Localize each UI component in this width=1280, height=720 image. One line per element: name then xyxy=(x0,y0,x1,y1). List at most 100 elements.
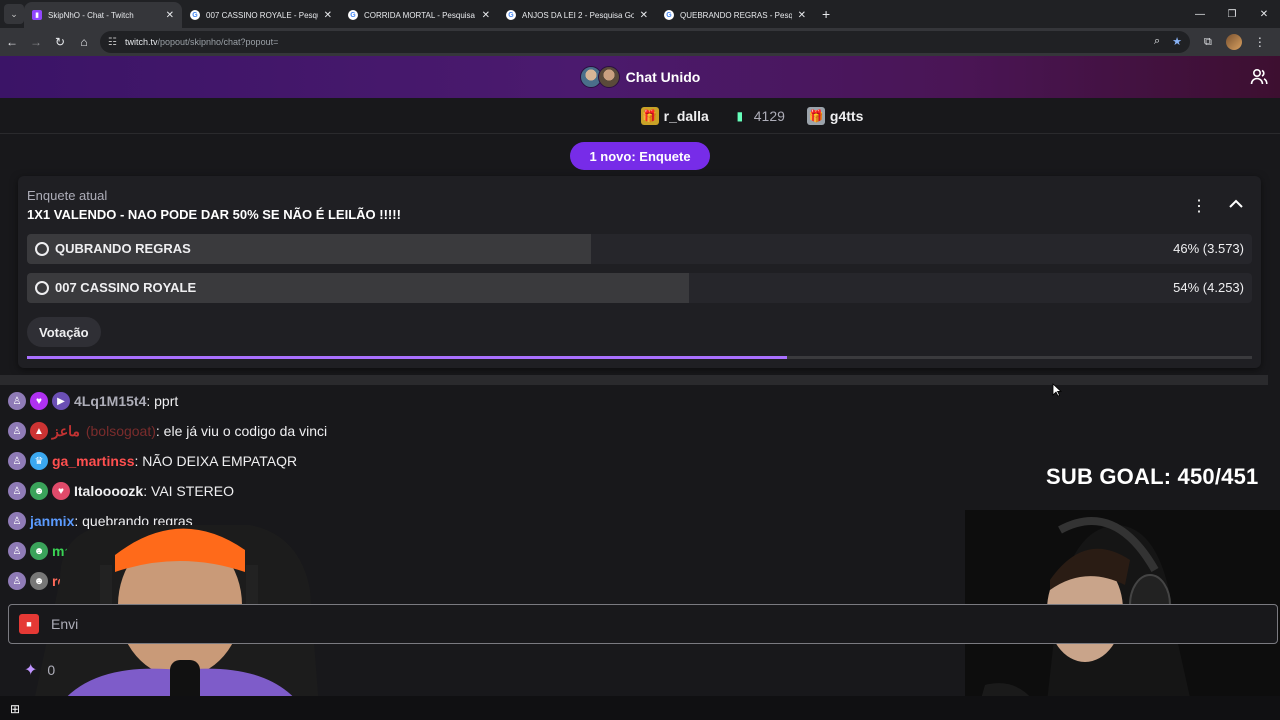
option-label: QUBRANDO REGRAS xyxy=(55,241,191,256)
chat-username[interactable]: 4Lq1M15t4 xyxy=(74,393,146,409)
option-result: 46% (3.573) xyxy=(1173,241,1244,256)
chat-message: ♙ ♛ ga_martinss: NÃO DEIXA EMPATAQR xyxy=(8,446,1008,476)
chevron-up-icon[interactable] xyxy=(1229,196,1243,212)
green-badge-icon[interactable]: ☻ xyxy=(30,482,48,500)
bits-count: 4129 xyxy=(753,107,785,124)
prime-badge-icon[interactable]: ♙ xyxy=(8,392,26,410)
more-options-icon[interactable]: ⋮ xyxy=(1191,196,1207,216)
points-value: 0 xyxy=(47,662,56,678)
channel-points[interactable]: ✦ 0 xyxy=(24,660,55,680)
tab-title: 007 CASSINO ROYALE - Pesquisa xyxy=(206,10,318,20)
google-icon: G xyxy=(190,10,200,20)
poll-option[interactable]: 007 CASSINO ROYALE 54% (4.253) xyxy=(27,273,1252,303)
chat-username[interactable]: ماعز xyxy=(52,423,80,440)
site-info-icon[interactable]: ☷ xyxy=(108,37,117,48)
window-controls: — ❐ ✕ xyxy=(1184,0,1280,28)
option-label: 007 CASSINO ROYALE xyxy=(55,280,197,295)
browser-tab[interactable]: G QUEBRANDO REGRAS - Pesquisa ✕ xyxy=(656,2,814,28)
bits-icon: ▮ xyxy=(736,108,744,123)
vote-button[interactable]: Votação xyxy=(27,317,101,347)
close-tab-icon[interactable]: ✕ xyxy=(482,10,490,21)
chat-text: : ele já viu o codigo da vinci xyxy=(155,423,328,439)
timer-fill xyxy=(27,356,787,359)
chat-title: Chat Unido xyxy=(625,69,701,85)
chat-pronoun: (bolsogoat) xyxy=(85,423,156,439)
close-window-button[interactable]: ✕ xyxy=(1248,9,1280,20)
browser-tab[interactable]: ▮ SkipNhO - Chat - Twitch ✕ xyxy=(24,2,182,28)
second-gifter[interactable]: 🎁 g4tts xyxy=(806,106,863,125)
profile-avatar[interactable] xyxy=(1225,34,1242,50)
back-icon[interactable]: ← xyxy=(0,35,24,49)
chat-username[interactable]: Italoooozk xyxy=(74,483,143,499)
reload-icon[interactable]: ↻ xyxy=(48,35,72,49)
browser-tab[interactable]: G 007 CASSINO ROYALE - Pesquisa ✕ xyxy=(182,2,340,28)
url-field[interactable]: ☷ twitch.tv/popout/skipnho/chat?popout= … xyxy=(100,31,1190,53)
tab-title: QUEBRANDO REGRAS - Pesquisa xyxy=(680,10,792,20)
option-result: 54% (4.253) xyxy=(1173,280,1244,295)
poll-timer-bar xyxy=(27,356,1252,359)
chat-username[interactable]: ga_martinss xyxy=(52,453,134,469)
home-icon[interactable]: ⌂ xyxy=(72,35,96,49)
browser-tab-bar: ⌄ ▮ SkipNhO - Chat - Twitch ✕ G 007 CASSINO … xyxy=(0,0,1280,28)
browser-tab[interactable]: G CORRIDA MORTAL - Pesquisa G ✕ xyxy=(340,2,498,28)
chat-text: : NÃO DEIXA EMPATAQR xyxy=(134,453,298,469)
top-gifter[interactable]: 🎁 r_dalla xyxy=(640,106,709,125)
sub-badge-icon[interactable]: ♥ xyxy=(30,392,48,410)
prime-badge-icon[interactable]: ♙ xyxy=(8,482,26,500)
google-icon: G xyxy=(664,10,674,20)
extensions-icon[interactable]: ⧉ xyxy=(1204,36,1212,49)
url-host: twitch.tv xyxy=(124,37,158,47)
heart-badge-icon[interactable]: ♥ xyxy=(52,482,70,500)
taskbar: ⊞ xyxy=(0,696,1280,720)
address-toolbar: ← → ↻ ⌂ ☷ twitch.tv/popout/skipnho/chat?… xyxy=(0,28,1280,56)
chat-message: ♙ ☻ ♥ Italoooozk: VAI STEREO xyxy=(8,476,1008,506)
gift-icon: 🎁 xyxy=(806,106,825,125)
poll-label: Enquete atual xyxy=(27,188,108,203)
new-tab-button[interactable]: + xyxy=(822,6,830,22)
chat-text: : pprt xyxy=(146,393,179,409)
prime-badge-icon[interactable]: ♙ xyxy=(8,452,26,470)
close-tab-icon[interactable]: ✕ xyxy=(166,10,174,21)
bookmark-star-icon[interactable]: ★ xyxy=(1172,35,1182,48)
tab-search-button[interactable]: ⌄ xyxy=(4,4,24,24)
new-poll-pill[interactable]: 1 novo: Enquete xyxy=(570,142,710,170)
mouse-cursor-icon xyxy=(1052,383,1062,397)
zoom-icon[interactable]: ⌕ xyxy=(1154,35,1160,48)
points-icon: ✦ xyxy=(24,662,38,679)
forward-icon[interactable]: → xyxy=(24,35,48,49)
twitch-icon: ▮ xyxy=(32,10,42,20)
streamer-avatars xyxy=(579,66,620,88)
video-icon[interactable]: ■ xyxy=(19,614,39,634)
minimize-button[interactable]: — xyxy=(1184,9,1216,20)
chat-input[interactable]: ■ Envi xyxy=(8,604,1278,644)
maximize-button[interactable]: ❐ xyxy=(1216,9,1248,20)
chat-divider xyxy=(0,375,1268,385)
browser-menu-icon[interactable]: ⋮ xyxy=(1254,35,1266,49)
windows-icon[interactable]: ⊞ xyxy=(10,702,20,716)
bits-leader[interactable]: ▮ 4129 xyxy=(731,107,785,125)
users-icon[interactable] xyxy=(1250,68,1268,91)
gifter-name: r_dalla xyxy=(663,107,709,124)
radio-icon[interactable] xyxy=(35,281,49,295)
red-badge-icon[interactable]: ▲ xyxy=(30,422,48,440)
google-icon: G xyxy=(348,10,358,20)
close-tab-icon[interactable]: ✕ xyxy=(798,10,806,21)
chat-message: ♙ ♥ ▶ 4Lq1M15t4: pprt xyxy=(8,386,1008,416)
close-tab-icon[interactable]: ✕ xyxy=(640,10,648,21)
chat-message: ♙ ▲ ماعز (bolsogoat): ele já viu o codigo d… xyxy=(8,416,1008,446)
video-badge-icon[interactable]: ▶ xyxy=(52,392,70,410)
tab-title: SkipNhO - Chat - Twitch xyxy=(48,10,134,20)
browser-tab[interactable]: G ANJOS DA LEI 2 - Pesquisa Goo ✕ xyxy=(498,2,656,28)
close-tab-icon[interactable]: ✕ xyxy=(324,10,332,21)
radio-icon[interactable] xyxy=(35,242,49,256)
prime-badge-icon[interactable]: ♙ xyxy=(8,422,26,440)
avatar xyxy=(597,66,620,88)
poll-option[interactable]: QUBRANDO REGRAS 46% (3.573) xyxy=(27,234,1252,264)
chat-input-placeholder: Envi xyxy=(51,616,79,632)
google-icon: G xyxy=(506,10,516,20)
crown-badge-icon[interactable]: ♛ xyxy=(30,452,48,470)
gift-icon: 🎁 xyxy=(640,106,659,125)
poll-question: 1X1 VALENDO - NAO PODE DAR 50% SE NÃO É … xyxy=(27,207,401,222)
chat-text: : VAI STEREO xyxy=(143,483,234,499)
gift-leaderboard: 🎁 r_dalla ▮ 4129 🎁 g4tts xyxy=(0,98,1280,134)
